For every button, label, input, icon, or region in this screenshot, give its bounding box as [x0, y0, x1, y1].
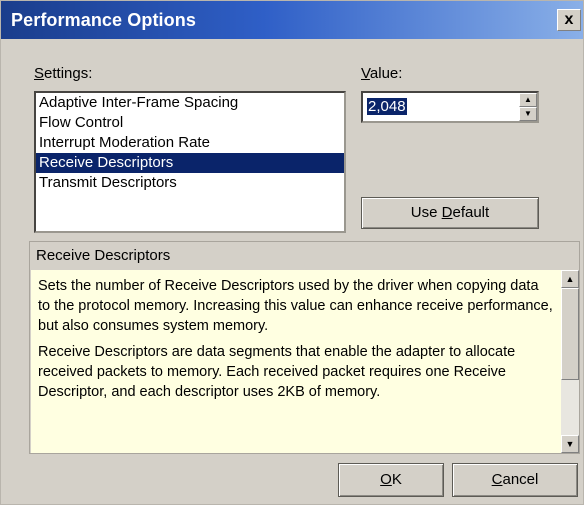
description-paragraph: Receive Descriptors are data segments th… — [38, 344, 516, 400]
settings-label: Settings: — [34, 65, 92, 82]
use-default-prefix: Use — [410, 204, 442, 221]
use-default-accesskey: D — [441, 204, 453, 221]
list-item[interactable]: Flow Control — [36, 113, 344, 133]
value-label: Value: — [361, 65, 402, 82]
settings-listbox[interactable]: Adaptive Inter-Frame Spacing Flow Contro… — [34, 91, 346, 233]
spin-up-icon: ▲ — [524, 95, 532, 104]
scroll-thumb[interactable] — [561, 288, 579, 380]
use-default-rest: efault — [452, 204, 490, 221]
ok-rest: K — [391, 471, 402, 488]
value-label-accesskey: V — [361, 65, 370, 82]
value-spinbox[interactable]: 2,048 ▲ ▼ — [361, 91, 539, 123]
scroll-down-button[interactable]: ▼ — [561, 435, 579, 453]
cancel-accesskey: C — [491, 471, 503, 488]
title-bar[interactable]: Performance Options x — [1, 1, 583, 39]
scroll-up-icon: ▲ — [565, 274, 575, 284]
cancel-rest: ancel — [502, 471, 539, 488]
scroll-down-icon: ▼ — [565, 439, 575, 449]
spin-down-icon: ▼ — [524, 109, 532, 118]
description-paragraph: Sets the number of Receive Descriptors u… — [38, 278, 553, 334]
list-item[interactable]: Interrupt Moderation Rate — [36, 133, 344, 153]
spin-buttons: ▲ ▼ — [519, 93, 537, 121]
list-item-selected[interactable]: Receive Descriptors — [36, 153, 344, 173]
scroll-up-button[interactable]: ▲ — [561, 270, 579, 288]
value-label-text: alue: — [369, 65, 403, 82]
performance-options-dialog: Performance Options x Settings: Adaptive… — [0, 0, 584, 505]
spin-down-button[interactable]: ▼ — [519, 107, 537, 121]
settings-label-accesskey: S — [34, 65, 45, 82]
description-body: Sets the number of Receive Descriptors u… — [31, 270, 561, 453]
use-default-button[interactable]: Use Default — [361, 197, 539, 229]
cancel-button[interactable]: Cancel — [452, 463, 578, 497]
value-input[interactable]: 2,048 — [367, 98, 407, 116]
close-icon: x — [564, 11, 574, 28]
list-item[interactable]: Adaptive Inter-Frame Spacing — [36, 93, 344, 113]
value-text: 2,048 — [367, 98, 407, 115]
description-scrollbar[interactable]: ▲ ▼ — [561, 270, 579, 453]
ok-button[interactable]: OK — [338, 463, 444, 497]
description-panel: Receive Descriptors Sets the number of R… — [29, 241, 580, 454]
ok-accesskey: O — [380, 471, 392, 488]
spin-up-button[interactable]: ▲ — [519, 93, 537, 107]
list-item[interactable]: Transmit Descriptors — [36, 173, 344, 193]
window-title: Performance Options — [11, 10, 196, 30]
description-title: Receive Descriptors — [36, 247, 171, 264]
settings-label-text: ettings: — [44, 65, 93, 82]
close-button[interactable]: x — [557, 9, 581, 31]
